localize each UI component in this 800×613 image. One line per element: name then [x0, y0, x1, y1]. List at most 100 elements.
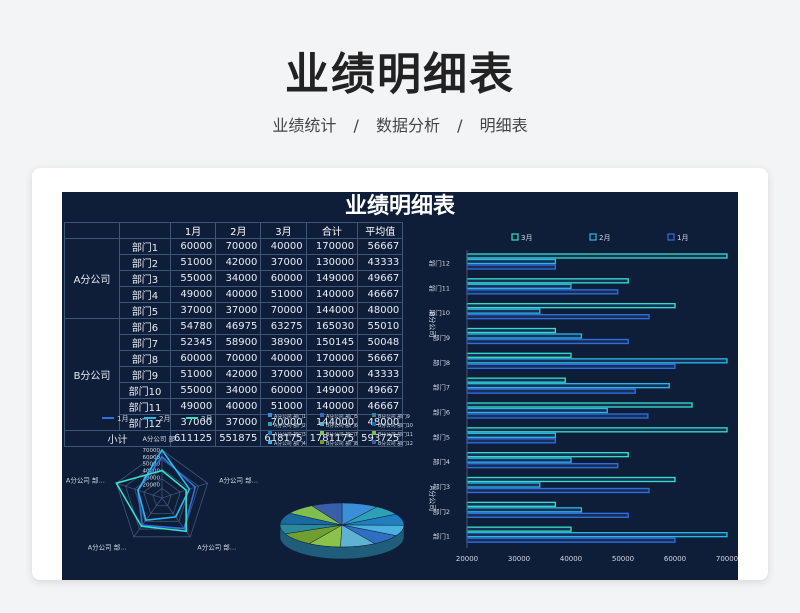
value-cell: 34000 — [215, 382, 262, 399]
legend-label: A分公司 部门2 — [274, 422, 306, 429]
value-cell: 149000 — [305, 270, 359, 287]
value-cell: 37000 — [260, 254, 307, 271]
value-cell: 144000 — [305, 302, 359, 319]
group-axis-title: A分公司 — [428, 485, 437, 511]
value-cell: 170000 — [305, 238, 359, 255]
legend-swatch — [320, 440, 324, 444]
legend-label: 3月 — [201, 415, 212, 423]
table-row: B分公司 部门6 54780 46975 63275 165030 55010 — [64, 318, 404, 431]
value-cell: 46667 — [357, 286, 404, 303]
bar — [466, 377, 566, 383]
breadcrumb-item[interactable]: 数据分析 — [376, 116, 440, 135]
legend-swatch — [268, 440, 272, 444]
value-cell: 58900 — [215, 334, 262, 351]
legend-label: 1月 — [117, 415, 128, 423]
value-cell: 46975 — [215, 318, 262, 335]
bar — [466, 278, 629, 284]
dept-cell: 部门9 — [119, 366, 171, 383]
bar — [466, 457, 572, 463]
bar — [466, 289, 619, 295]
radar-axis-label: A分公司 部… — [219, 475, 258, 484]
dept-cell: 部门4 — [119, 286, 171, 303]
value-cell: 70000 — [215, 350, 262, 367]
header-cell: 3月 — [260, 222, 307, 239]
x-tick-label: 30000 — [508, 555, 530, 563]
radar-axis-label: A分公司 部… — [142, 434, 181, 443]
value-cell: 52345 — [169, 334, 217, 351]
value-cell: 49667 — [357, 270, 404, 287]
group-cell: A分公司 — [64, 238, 120, 319]
bar — [466, 432, 557, 438]
bar — [466, 463, 619, 469]
header-cell — [119, 222, 171, 239]
dept-cell: 部门5 — [119, 302, 171, 319]
value-cell: 51000 — [169, 254, 217, 271]
value-cell: 140000 — [305, 286, 359, 303]
bar — [466, 438, 557, 444]
value-cell: 42000 — [215, 366, 262, 383]
value-cell: 49667 — [357, 382, 404, 399]
radar-tick-label: 70000 — [143, 448, 161, 454]
radar-tick-label: 20000 — [143, 482, 161, 488]
legend-swatch — [372, 413, 376, 417]
legend-swatch — [589, 233, 597, 241]
legend-swatch — [268, 422, 272, 426]
category-label: 部门4 — [433, 457, 450, 466]
sheet-title: 业绩明细表 — [344, 194, 455, 219]
bar — [466, 338, 629, 345]
value-cell: 54780 — [169, 318, 217, 335]
bar — [466, 512, 629, 518]
legend-label: B分公司 部门8 — [326, 440, 358, 447]
radar-chart: 1月 2月 3月 A分公司 部… A分公司 部… A分公司 部… A分公司 部… A分公司 部… — [66, 415, 258, 552]
radar-axis-label: A分公司 部… — [66, 475, 105, 484]
value-cell: 55000 — [169, 382, 217, 399]
value-cell: 37000 — [169, 302, 217, 319]
value-cell: 170000 — [305, 350, 359, 367]
value-cell: 42000 — [215, 254, 262, 271]
x-tick-label: 40000 — [560, 555, 582, 563]
value-cell: 40000 — [260, 238, 307, 255]
value-cell: 55010 — [357, 318, 404, 335]
bar — [466, 352, 572, 358]
bar — [466, 413, 649, 419]
bar — [466, 526, 572, 532]
bar — [466, 253, 728, 259]
value-cell: 51000 — [260, 286, 307, 303]
bar — [466, 537, 676, 543]
value-cell: 43333 — [357, 254, 404, 271]
legend-label: A分公司 部门4 — [274, 440, 306, 447]
bar — [466, 507, 583, 513]
radar-axis-label: A分公司 部… — [197, 543, 236, 552]
bar — [466, 452, 629, 458]
legend-label: B分公司 部门12 — [378, 440, 413, 447]
category-label: 部门1 — [433, 532, 450, 541]
breadcrumb-item[interactable]: 业绩统计 — [272, 116, 336, 135]
value-cell: 60000 — [260, 382, 307, 399]
breadcrumb-item[interactable]: 明细表 — [480, 116, 528, 135]
value-cell: 51000 — [169, 366, 217, 383]
table-row: A分公司 部门1 60000 70000 40000 170000 56667 — [64, 238, 404, 319]
legend-label: B分公司 部门11 — [378, 431, 413, 438]
category-label: 部门8 — [433, 358, 450, 367]
legend-swatch — [372, 431, 376, 435]
bar — [466, 407, 608, 414]
value-cell: 70000 — [215, 238, 262, 255]
dept-cell: 部门1 — [119, 238, 171, 255]
header-cell: 合计 — [305, 222, 359, 239]
legend-swatch — [511, 233, 519, 241]
category-label: 部门6 — [433, 407, 450, 416]
value-cell: 34000 — [215, 270, 262, 287]
bar — [466, 501, 557, 507]
legend-swatch — [268, 413, 272, 417]
bar — [466, 363, 676, 369]
legend-label: 1月 — [677, 234, 688, 242]
value-cell: 40000 — [215, 286, 262, 303]
bar — [466, 402, 693, 408]
legend-label: 3月 — [521, 234, 532, 242]
value-cell: 63275 — [260, 318, 307, 335]
x-tick-label: 50000 — [612, 555, 634, 563]
value-cell: 37000 — [215, 302, 262, 319]
bar — [466, 482, 541, 488]
bar — [466, 487, 650, 494]
dept-cell: 部门8 — [119, 350, 171, 367]
